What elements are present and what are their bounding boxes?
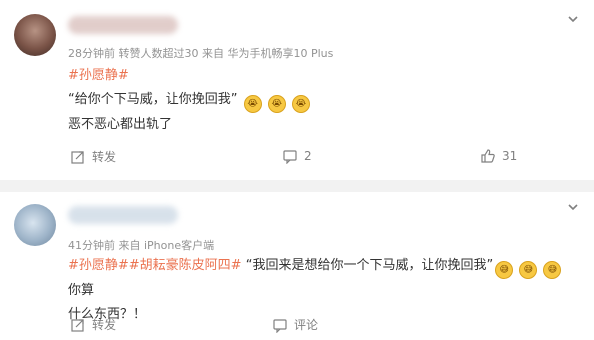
comment-button[interactable]: 评论 [272, 316, 318, 333]
grinning-emoji-icon: 😅 [519, 261, 538, 279]
avatar[interactable] [14, 14, 56, 56]
comment-icon [273, 318, 287, 333]
action-bar: 转发 2 31 [0, 142, 594, 172]
comment-button[interactable]: 2 [282, 148, 312, 164]
crying-emoji-icon: 😭 [243, 95, 262, 113]
post-body: #孙愿静# “给你个下马威，让你挽回我” 😭 😭 😭 恶不恶心都出轨了 [68, 64, 310, 137]
repost-button[interactable]: 转发 [70, 148, 116, 165]
repost-icon [71, 318, 84, 332]
chevron-down-icon[interactable] [566, 12, 580, 26]
hashtag-link[interactable]: #孙愿静# [68, 68, 129, 83]
action-bar: 转发 评论 [0, 310, 594, 340]
like-icon [481, 149, 495, 163]
username-blurred[interactable] [68, 16, 178, 34]
post-quote: “给你个下马威，让你挽回我” [68, 92, 238, 107]
post-meta: 41分钟前 来自 iPhone客户端 [68, 239, 215, 252]
comment-count: 2 [304, 149, 312, 163]
like-count: 31 [502, 149, 518, 163]
comment-label: 评论 [294, 318, 319, 332]
comment-icon [283, 150, 297, 164]
repost-label: 转发 [92, 318, 117, 332]
grinning-emoji-icon: 😅 [543, 261, 562, 279]
crying-emoji-icon: 😭 [291, 95, 310, 113]
weibo-post-1: 28分钟前 转赞人数超过30 来自 华为手机畅享10 Plus #孙愿静# “给… [0, 0, 594, 180]
post-quote: “我回来是想给你一个下马威，让你挽回我” [245, 258, 494, 273]
crying-emoji-icon: 😭 [267, 95, 286, 113]
repost-button[interactable]: 转发 [70, 316, 116, 333]
post-meta: 28分钟前 转赞人数超过30 来自 华为手机畅享10 Plus [68, 47, 334, 60]
avatar[interactable] [14, 204, 56, 246]
post-text: 恶不恶心都出轨了 [68, 117, 173, 132]
post-text: 你算 [68, 283, 95, 298]
post-separator [0, 180, 594, 192]
grinning-emoji-icon: 😅 [495, 261, 514, 279]
repost-icon [71, 150, 84, 164]
like-button[interactable]: 31 [480, 148, 517, 164]
username-blurred[interactable] [68, 206, 178, 224]
repost-label: 转发 [92, 150, 117, 164]
hashtag-link[interactable]: #孙愿静##胡耘豪陈皮阿四# [68, 258, 242, 273]
